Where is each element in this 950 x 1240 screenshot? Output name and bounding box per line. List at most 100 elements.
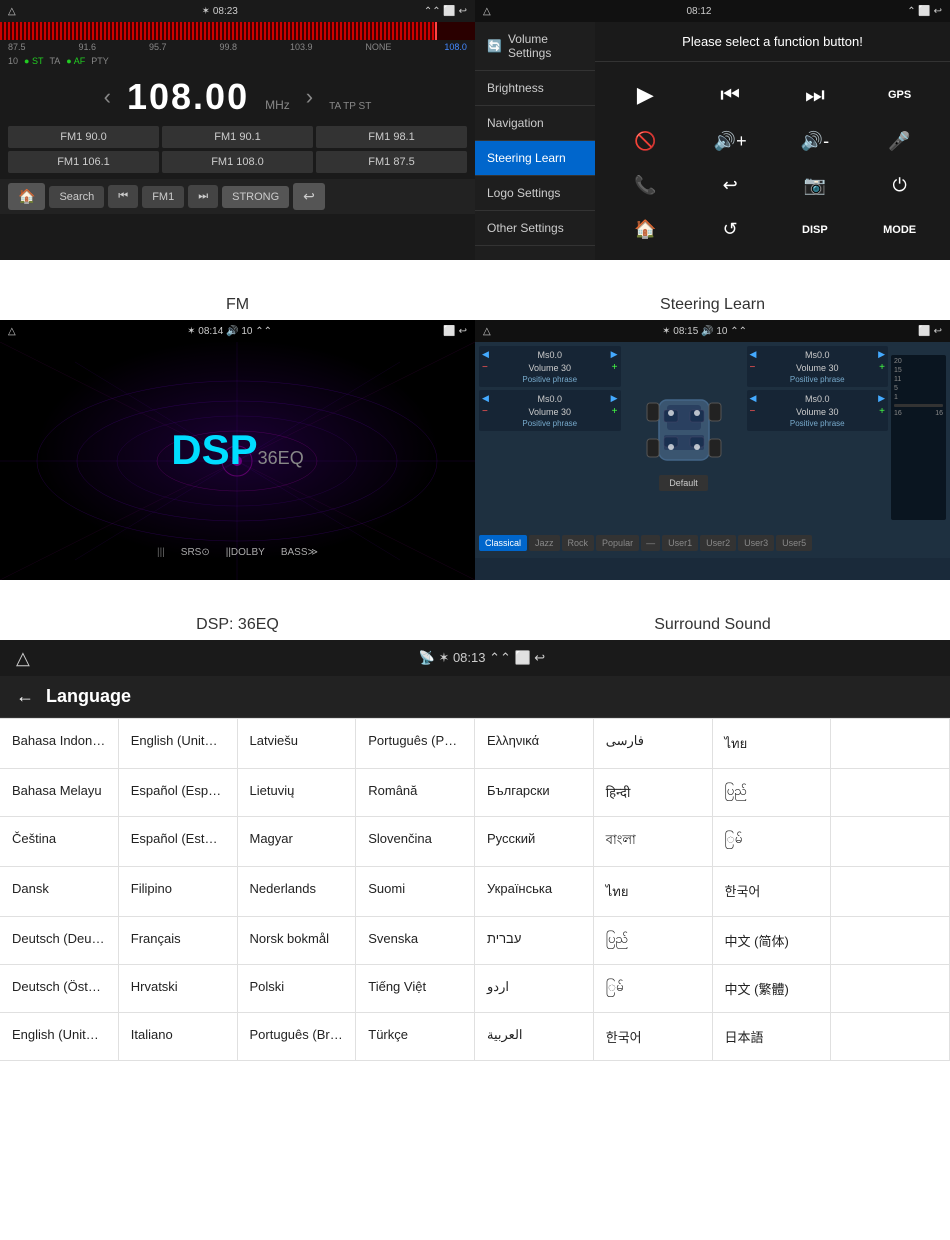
lang-portugues-pt[interactable]: Português (Portugal) xyxy=(356,719,475,769)
lang-chinese-traditional[interactable]: 中文 (繁體) xyxy=(713,965,832,1013)
steering-next-btn[interactable]: ⏭ xyxy=(777,74,854,115)
surround-tab-user5[interactable]: User5 xyxy=(776,535,812,551)
steering-menu-brightness[interactable]: Brightness xyxy=(475,71,595,106)
fm-next-btn[interactable]: › xyxy=(306,84,313,110)
fm-preset-3[interactable]: FM1 98.1 xyxy=(316,126,467,148)
lang-bulgarian[interactable]: Български xyxy=(475,769,594,817)
dsp-feature-3: ||DOLBY xyxy=(226,547,265,558)
lang-bahasa-melayu[interactable]: Bahasa Melayu xyxy=(0,769,119,817)
lang-korean-2[interactable]: 한국어 xyxy=(594,1013,713,1061)
fm-search-button[interactable]: Search xyxy=(49,186,104,208)
steering-power-btn[interactable]: ⏻ xyxy=(861,168,938,204)
lang-english-us[interactable]: English (United States) xyxy=(119,719,238,769)
fm-preset-1[interactable]: FM1 90.0 xyxy=(8,126,159,148)
steering-back-btn[interactable]: ↺ xyxy=(692,212,769,248)
fm-home-button[interactable]: 🏠 xyxy=(8,183,45,210)
fm-rewind-button[interactable]: ⏮ xyxy=(108,185,138,208)
lang-bahasa-indonesia[interactable]: Bahasa Indonesia xyxy=(0,719,119,769)
lang-center-icons: 📡 ✶ 08:13 ⌃⌃ ⬜ ↩ xyxy=(419,650,546,666)
lang-korean-1[interactable]: 한국어 xyxy=(713,867,832,917)
fm-forward-button[interactable]: ⏭ xyxy=(188,185,218,208)
lang-polski[interactable]: Polski xyxy=(238,965,357,1013)
surround-tab-empty[interactable]: — xyxy=(641,535,660,551)
surround-tab-classical[interactable]: Classical xyxy=(479,535,527,551)
lang-svenska[interactable]: Svenska xyxy=(356,917,475,965)
lang-espanol-es[interactable]: Español (España) xyxy=(119,769,238,817)
lang-slovencina[interactable]: Slovenčina xyxy=(356,817,475,867)
lang-portugues-br[interactable]: Português (Brasil) xyxy=(238,1013,357,1061)
steering-gps-btn[interactable]: GPS xyxy=(861,74,938,115)
surround-tab-user3[interactable]: User3 xyxy=(738,535,774,551)
fm-preset-4[interactable]: FM1 106.1 xyxy=(8,151,159,173)
lang-deutsch-at[interactable]: Deutsch (Österreich) xyxy=(0,965,119,1013)
lang-francais[interactable]: Français xyxy=(119,917,238,965)
steering-menu-steering[interactable]: Steering Learn xyxy=(475,141,595,176)
lang-english-uk[interactable]: English (United Kingdom) xyxy=(0,1013,119,1061)
steering-home-btn[interactable]: 🏠 xyxy=(607,212,684,248)
steering-volup-btn[interactable]: 🔊+ xyxy=(692,123,769,159)
lang-arabic[interactable]: العربية xyxy=(475,1013,594,1061)
lang-greek[interactable]: Ελληνικά xyxy=(475,719,594,769)
steering-mute-btn[interactable]: 🚫 xyxy=(607,123,684,159)
surround-default-btn[interactable]: Default xyxy=(659,475,708,491)
lang-italiano[interactable]: Italiano xyxy=(119,1013,238,1061)
surround-tab-popular[interactable]: Popular xyxy=(596,535,639,551)
steering-repeat-btn[interactable]: ↩ xyxy=(692,168,769,204)
lang-thai-2[interactable]: ไทย xyxy=(594,867,713,917)
lang-ukrainian[interactable]: Українська xyxy=(475,867,594,917)
lang-russian[interactable]: Русский xyxy=(475,817,594,867)
surround-tab-jazz[interactable]: Jazz xyxy=(529,535,560,551)
lang-filipino[interactable]: Filipino xyxy=(119,867,238,917)
fm-preset-5[interactable]: FM1 108.0 xyxy=(162,151,313,173)
lang-cestina[interactable]: Čeština xyxy=(0,817,119,867)
steering-call-btn[interactable]: 📞 xyxy=(607,168,684,204)
lang-dansk[interactable]: Dansk xyxy=(0,867,119,917)
lang-turkce[interactable]: Türkçe xyxy=(356,1013,475,1061)
steering-camera-btn[interactable]: 📷 xyxy=(777,168,854,204)
steering-menu-other[interactable]: Other Settings xyxy=(475,211,595,246)
lang-suomi[interactable]: Suomi xyxy=(356,867,475,917)
steering-disp-btn[interactable]: DISP xyxy=(777,212,854,248)
lang-hindi[interactable]: हिन्दी xyxy=(594,769,713,817)
fm-strong-button[interactable]: STRONG xyxy=(222,186,289,208)
lang-romana[interactable]: Română xyxy=(356,769,475,817)
steering-menu-navigation[interactable]: Navigation xyxy=(475,106,595,141)
lang-tieng-viet[interactable]: Tiếng Việt xyxy=(356,965,475,1013)
steering-mode-btn[interactable]: MODE xyxy=(861,212,938,248)
lang-nederlands[interactable]: Nederlands xyxy=(238,867,357,917)
lang-farsi[interactable]: فارسی xyxy=(594,719,713,769)
lang-hrvatski[interactable]: Hrvatski xyxy=(119,965,238,1013)
lang-urdu[interactable]: اردو xyxy=(475,965,594,1013)
lang-myanmar-1[interactable]: ြမ် xyxy=(713,817,832,867)
lang-espanol-us[interactable]: Español (Estados Unidos) xyxy=(119,817,238,867)
fm-back-button[interactable]: ↩ xyxy=(293,183,325,210)
steering-play-btn[interactable]: ▶ xyxy=(607,74,684,115)
surround-tab-rock[interactable]: Rock xyxy=(562,535,595,551)
lang-hebrew[interactable]: עברית xyxy=(475,917,594,965)
fm-preset-6[interactable]: FM1 87.5 xyxy=(316,151,467,173)
steering-mic-btn[interactable]: 🎤 xyxy=(861,123,938,159)
lang-empty-3 xyxy=(831,817,950,867)
steering-menu-logo[interactable]: Logo Settings xyxy=(475,176,595,211)
lang-magyar[interactable]: Magyar xyxy=(238,817,357,867)
lang-myanmar-2[interactable]: ြမ် xyxy=(594,965,713,1013)
lang-back-button[interactable]: ← xyxy=(16,686,34,707)
lang-burmese-1[interactable]: ပြည် xyxy=(713,769,832,817)
lang-burmese-2[interactable]: ပြည် xyxy=(594,917,713,965)
steering-voldn-btn[interactable]: 🔊- xyxy=(777,123,854,159)
lang-lietuviu[interactable]: Lietuvių xyxy=(238,769,357,817)
lang-thai-1[interactable]: ไทย xyxy=(713,719,832,769)
fm-preset-2[interactable]: FM1 90.1 xyxy=(162,126,313,148)
steering-menu-volume[interactable]: 🔄 Volume Settings xyxy=(475,22,595,71)
fm-prev-btn[interactable]: ‹ xyxy=(104,84,111,110)
lang-latviesu[interactable]: Latviešu xyxy=(238,719,357,769)
lang-norsk[interactable]: Norsk bokmål xyxy=(238,917,357,965)
surround-tab-user2[interactable]: User2 xyxy=(700,535,736,551)
lang-japanese[interactable]: 日本語 xyxy=(713,1013,832,1061)
lang-chinese-simplified[interactable]: 中文 (简体) xyxy=(713,917,832,965)
lang-bengali[interactable]: বাংলা xyxy=(594,817,713,867)
lang-deutsch-de[interactable]: Deutsch (Deutschland) xyxy=(0,917,119,965)
surround-tab-user1[interactable]: User1 xyxy=(662,535,698,551)
steering-prev-btn[interactable]: ⏮ xyxy=(692,74,769,115)
fm-source-button[interactable]: FM1 xyxy=(142,186,184,208)
